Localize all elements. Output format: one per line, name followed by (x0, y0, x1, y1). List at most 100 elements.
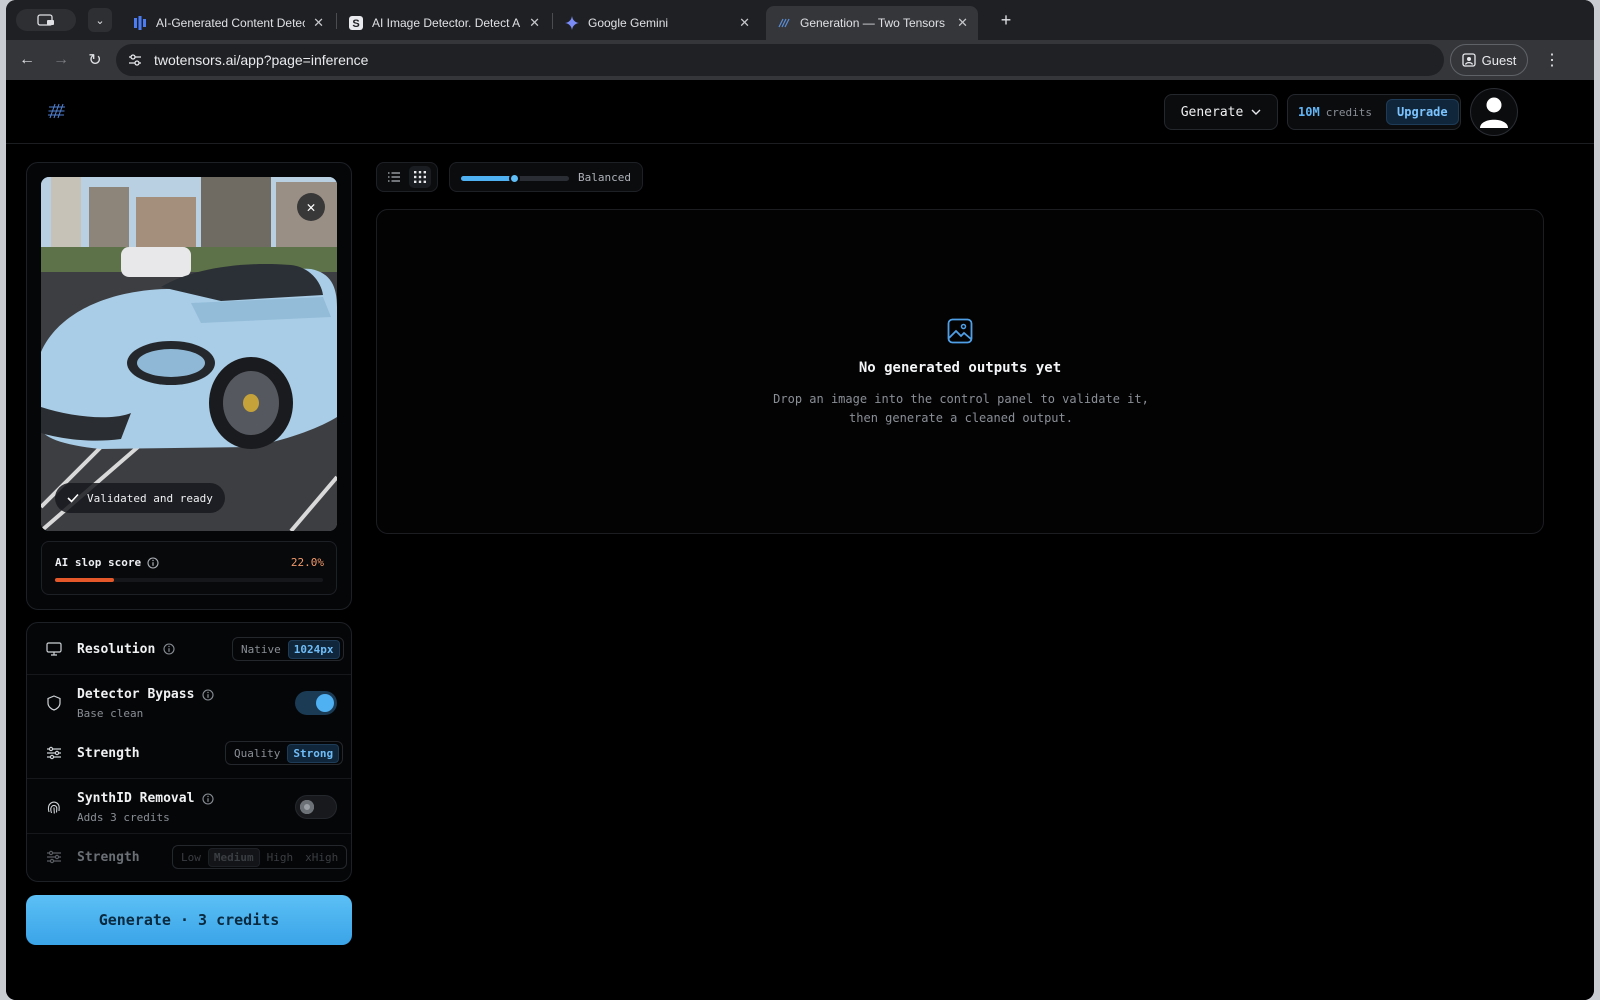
avatar[interactable] (1470, 88, 1518, 136)
upgrade-button[interactable]: Upgrade (1386, 99, 1459, 125)
app-root: Generate 10M credits Upgrade ✕ Validated… (6, 80, 1594, 1000)
quality-slider[interactable]: Balanced (449, 162, 643, 192)
strength-segmented: Quality Strong (225, 741, 344, 765)
list-icon (388, 172, 400, 182)
tab-strip: ⌄ AI-Generated Content Detect ✕ S AI Ima… (6, 0, 1594, 40)
sliders-icon (45, 744, 63, 762)
view-switcher (376, 162, 438, 192)
score-value: 22.0% (290, 556, 324, 569)
reload-button[interactable]: ↻ (80, 45, 110, 75)
tab-list-button[interactable]: ⌄ (88, 8, 112, 32)
logo-icon[interactable] (46, 100, 68, 122)
credits-box: 10M credits Upgrade (1287, 94, 1461, 130)
info-icon[interactable] (163, 643, 175, 655)
info-icon[interactable] (147, 556, 159, 569)
credits-label: credits (1325, 105, 1373, 119)
list-view-button[interactable] (383, 166, 405, 188)
divider (27, 674, 351, 675)
back-button[interactable]: ← (12, 45, 42, 75)
option-name: Detector Bypass (77, 687, 214, 702)
option-name: Resolution (77, 642, 175, 657)
grid-icon (414, 171, 426, 183)
option-synthid-removal: SynthID Removal Adds 3 credits (27, 787, 351, 827)
arrow-left-icon: ← (19, 51, 35, 68)
chevron-down-icon: ⌄ (95, 14, 105, 27)
option-strength: Strength Quality Strong (27, 741, 351, 765)
option-detector-bypass: Detector Bypass Base clean (27, 683, 351, 723)
quality-slider-handle[interactable] (509, 173, 520, 184)
upload-panel: ✕ Validated and ready AI slop score 22.0… (26, 162, 352, 610)
option-synthid-strength: Strength Low Medium High xHigh (27, 845, 351, 869)
mode-select[interactable]: Generate (1164, 94, 1278, 130)
option-name: SynthID Removal (77, 791, 214, 806)
sliders-icon (45, 848, 63, 866)
gemini-icon (564, 15, 580, 31)
tab-ai-image-detector[interactable]: S AI Image Detector. Detect AI- ✕ (338, 6, 550, 40)
mode-select-label: Generate (1180, 104, 1244, 120)
options-panel: Resolution Native 1024px Detector Bypass (26, 622, 352, 882)
profile-icon (1462, 53, 1476, 67)
synthid-strength-high-option: High (266, 850, 294, 864)
more-vert-icon: ⋮ (1544, 52, 1560, 69)
synthid-strength-medium-option: Medium (207, 847, 260, 867)
synthid-strength-xhigh-option: xHigh (305, 850, 339, 864)
profile-button[interactable]: Guest (1450, 44, 1528, 76)
score-label-row: AI slop score (55, 556, 159, 569)
strength-strong-option[interactable]: Strong (287, 743, 340, 763)
remove-image-button[interactable]: ✕ (297, 193, 325, 221)
resolution-native-option[interactable]: Native (236, 641, 286, 658)
synthid-label: SynthID Removal (77, 791, 195, 806)
twotensors-icon (776, 15, 792, 31)
uploaded-image: ✕ Validated and ready (41, 177, 337, 531)
reload-icon: ↻ (88, 52, 102, 69)
strength-quality-option[interactable]: Quality (229, 745, 285, 762)
synthid-sublabel: Adds 3 credits (77, 811, 170, 824)
validation-status: Validated and ready (55, 483, 225, 513)
tab-search-button[interactable] (16, 9, 76, 31)
tab-title: Google Gemini (588, 16, 669, 30)
tab-title: Generation — Two Tensors (800, 16, 945, 30)
close-icon: ✕ (306, 198, 316, 216)
score-bar-fill (55, 578, 114, 582)
close-tab-icon[interactable]: ✕ (529, 15, 540, 31)
address-bar[interactable]: twotensors.ai/app?page=inference (116, 44, 1444, 76)
toggle-knob (300, 800, 314, 814)
tab-title: AI Image Detector. Detect AI- (372, 16, 522, 30)
info-icon[interactable] (202, 688, 214, 701)
score-label: AI slop score (55, 556, 142, 569)
close-tab-icon[interactable]: ✕ (739, 15, 750, 31)
browser-menu-button[interactable]: ⋮ (1540, 46, 1564, 74)
generate-button[interactable]: Generate · 3 credits (26, 895, 352, 945)
tab-google-gemini[interactable]: Google Gemini ✕ (554, 6, 760, 40)
user-icon (1480, 97, 1508, 128)
browser-toolbar: ← → ↻ twotensors.ai/app?page=inference G… (6, 40, 1594, 80)
close-tab-icon[interactable]: ✕ (313, 15, 324, 31)
monitor-icon (45, 640, 63, 658)
detector-bypass-label: Detector Bypass (77, 687, 195, 702)
quality-slider-track[interactable] (461, 173, 569, 184)
resolution-1024-option[interactable]: 1024px (287, 639, 340, 659)
s-icon: S (348, 15, 364, 31)
close-tab-icon[interactable]: ✕ (957, 15, 968, 31)
shield-icon (45, 694, 63, 712)
toggle-knob (316, 694, 334, 712)
forward-button[interactable]: → (46, 45, 76, 75)
tab-ai-content-detector[interactable]: AI-Generated Content Detect ✕ (122, 6, 334, 40)
divider (27, 833, 351, 834)
empty-state-description: Drop an image into the control panel to … (773, 392, 1149, 425)
site-settings-icon[interactable] (126, 51, 144, 69)
resolution-label: Resolution (77, 641, 156, 657)
detector-bypass-sublabel: Base clean (77, 707, 144, 720)
info-icon[interactable] (202, 792, 214, 805)
new-tab-button[interactable]: + (994, 8, 1018, 32)
browser-window: ⌄ AI-Generated Content Detect ✕ S AI Ima… (6, 0, 1594, 1000)
quality-label: Balanced (578, 171, 631, 184)
check-icon (67, 493, 79, 503)
detector-bypass-toggle[interactable] (295, 691, 337, 715)
grid-view-button[interactable] (409, 166, 431, 188)
tab-two-tensors[interactable]: Generation — Two Tensors ✕ (766, 6, 978, 40)
tab-search-icon (37, 14, 54, 26)
synthid-toggle[interactable] (295, 795, 337, 819)
chevron-down-icon (1251, 109, 1261, 115)
tab-divider (552, 13, 553, 29)
